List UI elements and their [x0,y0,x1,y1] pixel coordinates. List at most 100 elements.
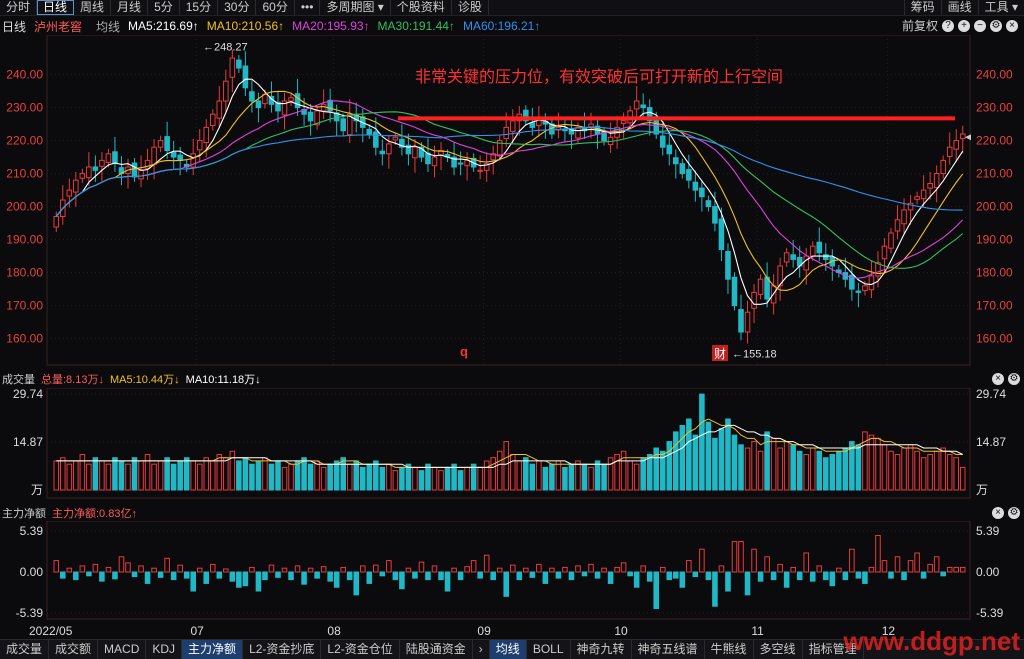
zoom-in-icon[interactable]: + [958,19,970,32]
indicator-tab[interactable]: 陆股通资金 [400,640,473,659]
indicator-tab[interactable]: L2-资金抄底 [243,640,322,659]
toolbar-item[interactable]: ••• [295,0,321,15]
candlestick-chart[interactable]: 160.00 160.00 170.00 170.00 180.00 180.00 190.… [0,35,1024,368]
toolbar-item[interactable]: 月线 [111,0,149,15]
volume-bar [842,447,849,491]
volume-tick-right: 29.74 [976,388,1006,401]
indicator-tab[interactable]: 牛熊线 [705,640,754,659]
adjust-dropdown[interactable]: 前复权 [902,17,938,34]
volume-settings-icon[interactable]: ⚙ [1008,373,1020,385]
flow-bar [842,571,849,581]
flow-bar [620,562,627,573]
indicator-tab[interactable]: 成交量 [0,640,50,659]
toolbar-item[interactable]: 诊股 [452,0,489,15]
toolbar-right-item[interactable]: 筹码 [903,0,941,15]
toolbar-item[interactable]: 5分 [148,0,180,15]
toolbar-item[interactable]: 分时 [0,0,38,15]
ma-label[interactable]: 均线 [96,18,120,35]
settings-icon[interactable]: ⚙ [990,19,1002,32]
indicator-tab[interactable]: BOLL [527,640,571,659]
toolbar-item[interactable]: 周线 [74,0,112,15]
candle-body [679,163,686,175]
flow-bar [66,567,73,573]
flow-bar [738,541,744,573]
volume-bar [640,457,646,491]
volume-bar [255,460,262,491]
volume-bar [536,460,542,491]
volume-controls: × ⚙ [992,373,1020,385]
indicator-tab[interactable]: L2-资金仓位 [321,640,400,659]
volume-chart[interactable]: 14.87 14.87 29.74 29.74 万 万 [0,388,1024,502]
flow-bar [490,571,496,581]
volume-bar [412,466,418,491]
volume-ma5: MA5:10.44万↓ [109,374,180,386]
flow-bar [477,571,483,579]
volume-tick-right: 14.87 [976,435,1006,449]
candle-body [366,128,373,135]
volume-bar [777,447,783,491]
volume-bar [699,393,705,491]
zoom-out-icon[interactable]: − [974,19,986,32]
flow-bar [562,566,568,573]
flow-controls: × ⚙ [992,507,1020,519]
y-tick-label-right: 170.00 [976,299,1013,313]
volume-bar [457,470,464,491]
flow-bar [940,571,946,577]
net-flow-chart[interactable]: -5.39 -5.39 0.00 0.00 5.39 5.39 2022/05 07 08 09 1… [0,521,1024,639]
flow-settings-icon[interactable]: ⚙ [1008,507,1020,519]
volume-bar [509,453,516,491]
volume-bar [236,460,242,491]
close-icon[interactable]: × [1006,19,1018,32]
toolbar-right-item[interactable]: 画线 [940,0,978,15]
toolbar-item[interactable]: 30分 [218,0,257,15]
toolbar-right-item[interactable]: 工具 ▾ [977,0,1024,15]
indicator-tab[interactable]: 主力净额 [182,640,244,659]
volume-bar [783,441,790,491]
volume-bar [418,470,425,491]
candle-body [894,219,901,232]
volume-bar [946,453,953,491]
toolbar-item[interactable]: 60分 [256,0,295,15]
volume-bar [770,437,777,491]
flow-bar [686,560,692,573]
volume-bar [796,450,803,491]
candle-body [744,311,751,333]
indicator-tab[interactable]: MACD [98,640,147,659]
indicator-tab[interactable]: 神奇五线谱 [632,640,705,659]
volume-bar [112,457,118,491]
toolbar-item[interactable]: 15分 [180,0,219,15]
volume-bar [562,466,568,491]
indicator-tab[interactable]: 成交额 [49,640,99,659]
flow-bar [431,565,438,573]
toolbar-item[interactable]: 日线 [37,0,75,15]
volume-bar [353,460,360,491]
indicator-tab[interactable]: 多空线 [754,640,803,659]
indicator-tab[interactable]: 神奇九转 [571,640,632,659]
y-tick-label-left: 200.00 [6,200,43,214]
candle-body [862,285,868,291]
flow-tick-right: -5.39 [976,606,1004,620]
indicator-tab[interactable]: KDJ [146,640,183,659]
flow-tick-left: -5.39 [16,606,44,620]
volume-bar [164,457,170,491]
flow-bar [529,571,536,578]
flow-bar [581,571,588,577]
candle-body [151,146,157,165]
candle-body [666,144,673,155]
candle-body [790,254,796,260]
flow-close-icon[interactable]: × [992,507,1004,519]
flow-bar [99,571,105,582]
ma5-value: MA5:216.69↑ [128,19,199,33]
help-icon[interactable]: ? [942,19,954,32]
tab-scroll-icon[interactable]: › [473,640,490,659]
candle-body [431,156,438,167]
flow-bar [920,571,927,579]
volume-bar [170,463,177,491]
toolbar-item[interactable]: 多周期图 ▾ [320,0,391,15]
volume-close-icon[interactable]: × [992,373,1004,385]
flow-bar [301,571,307,585]
indicator-tab[interactable]: 均线 [489,640,527,659]
flow-tick-left: 5.39 [20,524,44,538]
volume-bar [444,466,451,491]
toolbar-item[interactable]: 个股资料 [391,0,452,15]
